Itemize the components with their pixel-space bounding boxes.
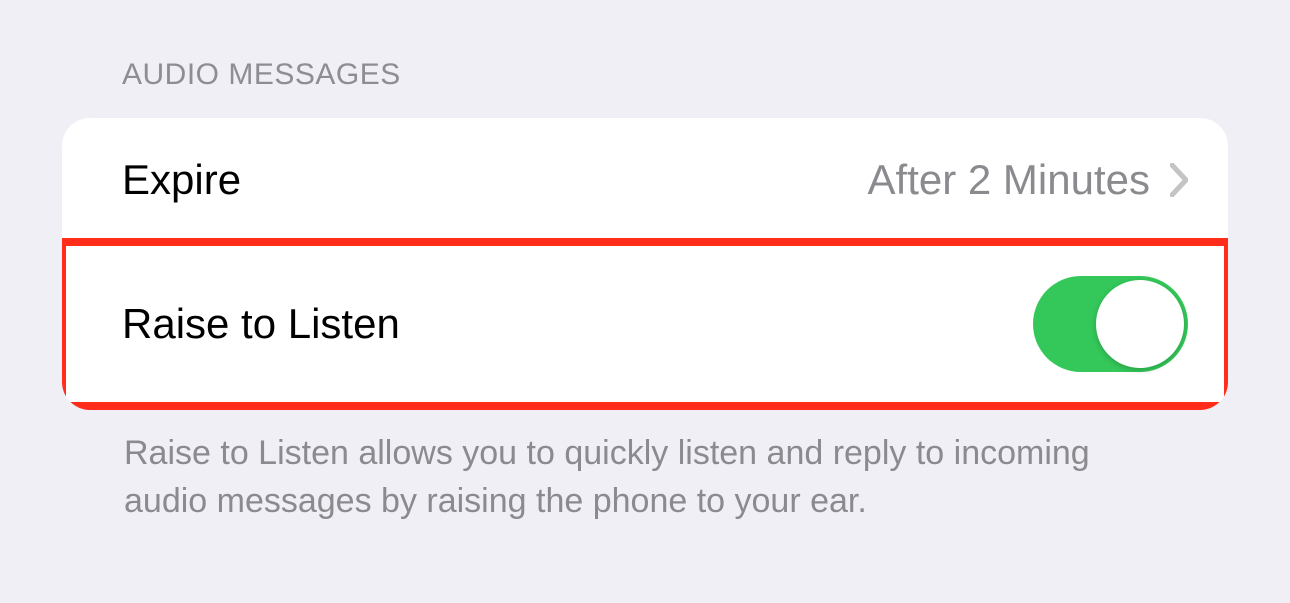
raise-to-listen-row[interactable]: Raise to Listen	[62, 238, 1228, 410]
toggle-knob	[1096, 280, 1184, 368]
expire-row[interactable]: Expire After 2 Minutes	[62, 118, 1228, 242]
audio-messages-section: AUDIO MESSAGES Expire After 2 Minutes Ra…	[0, 0, 1290, 525]
settings-group: Expire After 2 Minutes Raise to Listen	[62, 118, 1228, 410]
raise-to-listen-toggle[interactable]	[1033, 276, 1188, 372]
chevron-right-icon	[1170, 163, 1188, 197]
raise-to-listen-label: Raise to Listen	[122, 300, 400, 348]
section-header: AUDIO MESSAGES	[62, 58, 1228, 118]
section-footer: Raise to Listen allows you to quickly li…	[62, 410, 1182, 525]
expire-value: After 2 Minutes	[868, 156, 1150, 204]
expire-value-wrap: After 2 Minutes	[868, 156, 1188, 204]
expire-label: Expire	[122, 156, 241, 204]
